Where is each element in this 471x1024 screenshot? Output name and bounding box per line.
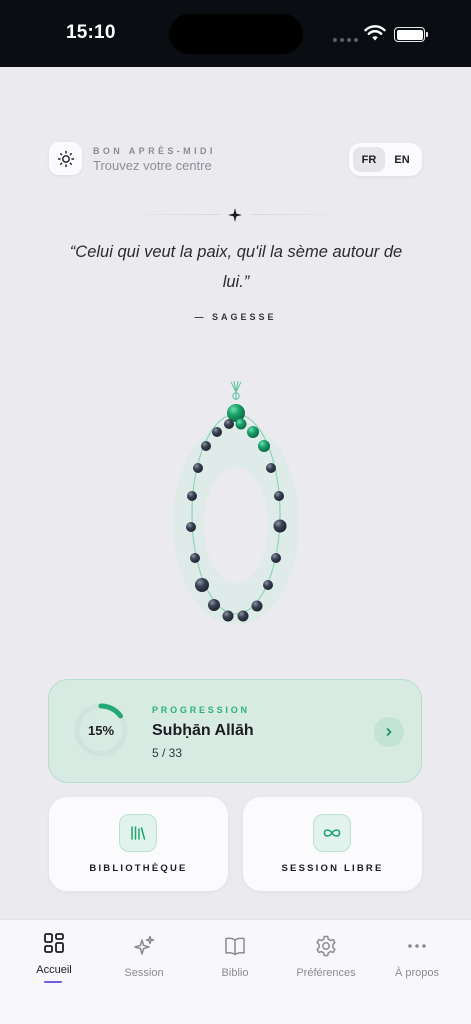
bead — [237, 610, 249, 622]
sparkle-star-icon — [228, 208, 242, 222]
tab-a-propos[interactable]: À propos — [370, 934, 464, 1004]
tab-biblio[interactable]: Biblio — [188, 934, 282, 1004]
books-icon — [131, 826, 146, 840]
beads-tassel-icon — [230, 380, 242, 400]
bead — [274, 491, 284, 501]
quote-source: — SAGESSE — [194, 312, 277, 322]
tab-label-preferences: Préférences — [296, 967, 356, 979]
dynamic-island — [169, 14, 303, 54]
tab-label-accueil: Accueil — [36, 964, 72, 976]
library-tile-label: BIBLIOTHÈQUE — [89, 863, 188, 874]
sun-icon — [57, 150, 74, 167]
language-option-en[interactable]: EN — [386, 147, 418, 172]
bead — [186, 522, 196, 532]
library-tile[interactable]: BIBLIOTHÈQUE — [49, 797, 228, 891]
progress-percent: 15% — [87, 722, 115, 738]
continue-button[interactable] — [374, 717, 404, 747]
tab-label-a-propos: À propos — [394, 967, 440, 979]
bead — [190, 553, 200, 563]
progress-card[interactable]: 15% PROGRESSION Subḥān Allāh 5 / 33 — [48, 679, 422, 783]
sparkles-icon — [134, 935, 155, 955]
grid-icon — [44, 933, 64, 953]
tab-preferences[interactable]: Préférences — [279, 934, 373, 1004]
bead-completed — [247, 426, 259, 438]
divider-right — [251, 214, 351, 215]
bead — [251, 600, 263, 612]
status-time: 15:10 — [66, 22, 116, 43]
tab-bar: Accueil Session Biblio Préférences À pro… — [0, 919, 471, 1024]
theme-toggle-button[interactable] — [49, 142, 82, 175]
bead — [208, 599, 220, 611]
bead — [187, 491, 197, 501]
bead — [273, 519, 287, 533]
dhikr-name: Subḥān Allāh — [152, 722, 254, 739]
chevron-right-icon — [386, 728, 392, 736]
bead — [222, 610, 234, 622]
bead — [193, 463, 203, 473]
tab-label-biblio: Biblio — [221, 967, 249, 979]
status-bar: 15:10 — [0, 0, 471, 67]
bead — [271, 553, 281, 563]
bead — [263, 580, 273, 590]
free-session-tile-icon-box — [313, 814, 351, 852]
daily-quote: “Celui qui veut la paix, qu'il la sème a… — [69, 243, 403, 291]
infinity-icon — [323, 829, 341, 837]
bead — [212, 427, 222, 437]
book-open-icon — [225, 937, 245, 956]
battery-icon — [394, 27, 428, 42]
gear-icon — [316, 935, 336, 957]
bead — [266, 463, 276, 473]
language-option-fr[interactable]: FR — [353, 147, 385, 172]
greeting-kicker: BON APRÈS-MIDI — [93, 146, 216, 156]
bead — [224, 419, 234, 429]
tab-label-session: Session — [124, 967, 164, 979]
greeting-subtitle: Trouvez votre centre — [93, 158, 212, 173]
prayer-beads[interactable] — [160, 370, 312, 632]
bead — [195, 578, 209, 592]
tab-session[interactable]: Session — [97, 934, 191, 1004]
bead — [201, 441, 211, 451]
tab-accueil[interactable]: Accueil — [7, 933, 101, 1004]
library-tile-icon-box — [119, 814, 157, 852]
free-session-tile[interactable]: SESSION LIBRE — [243, 797, 422, 891]
cellular-signal-icon — [333, 38, 359, 43]
free-session-tile-label: SESSION LIBRE — [281, 863, 384, 874]
progress-kicker: PROGRESSION — [152, 705, 250, 715]
bead-completed — [235, 418, 247, 430]
active-tab-indicator — [44, 981, 62, 983]
progress-count: 5 / 33 — [152, 746, 183, 760]
wifi-icon — [364, 25, 386, 41]
bead-completed — [258, 440, 270, 452]
beads-halo-inner — [204, 467, 268, 583]
divider-left — [120, 214, 220, 215]
language-toggle: FR EN — [349, 143, 422, 176]
ellipsis-icon — [408, 944, 426, 948]
